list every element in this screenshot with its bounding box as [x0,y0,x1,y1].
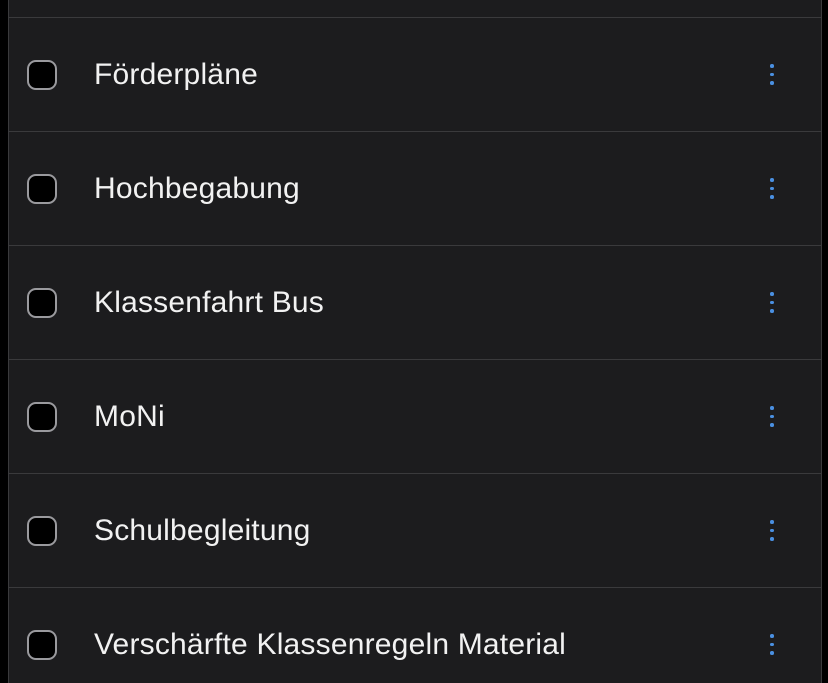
list-item-label: Förderpläne [94,57,258,91]
list-item[interactable]: MoNi [9,360,821,474]
select-checkbox[interactable] [27,629,57,660]
list-item-label: Verschärfte Klassenregeln Material [94,627,567,661]
more-vertical-icon[interactable] [759,514,785,548]
select-checkbox[interactable] [27,173,57,204]
list-item-label: Hochbegabung [94,171,300,205]
list-item[interactable]: Verschärfte Klassenregeln Material [9,588,821,683]
previous-row-edge [9,0,821,18]
folder-list: Förderpläne Hochbegabung Klassenfahrt Bu… [8,0,822,683]
more-vertical-icon[interactable] [759,628,785,662]
more-vertical-icon[interactable] [759,400,785,434]
more-vertical-icon[interactable] [759,172,785,206]
list-item[interactable]: Schulbegleitung [9,474,821,588]
list-item-label: Schulbegleitung [94,513,311,547]
select-checkbox[interactable] [27,59,57,90]
select-checkbox[interactable] [27,401,57,432]
select-checkbox[interactable] [27,287,57,318]
more-vertical-icon[interactable] [759,286,785,320]
list-item[interactable]: Förderpläne [9,18,821,132]
list-item[interactable]: Hochbegabung [9,132,821,246]
select-checkbox[interactable] [27,515,57,546]
list-item[interactable]: Klassenfahrt Bus [9,246,821,360]
list-item-label: MoNi [94,399,165,433]
more-vertical-icon[interactable] [759,58,785,92]
list-item-label: Klassenfahrt Bus [94,285,324,319]
